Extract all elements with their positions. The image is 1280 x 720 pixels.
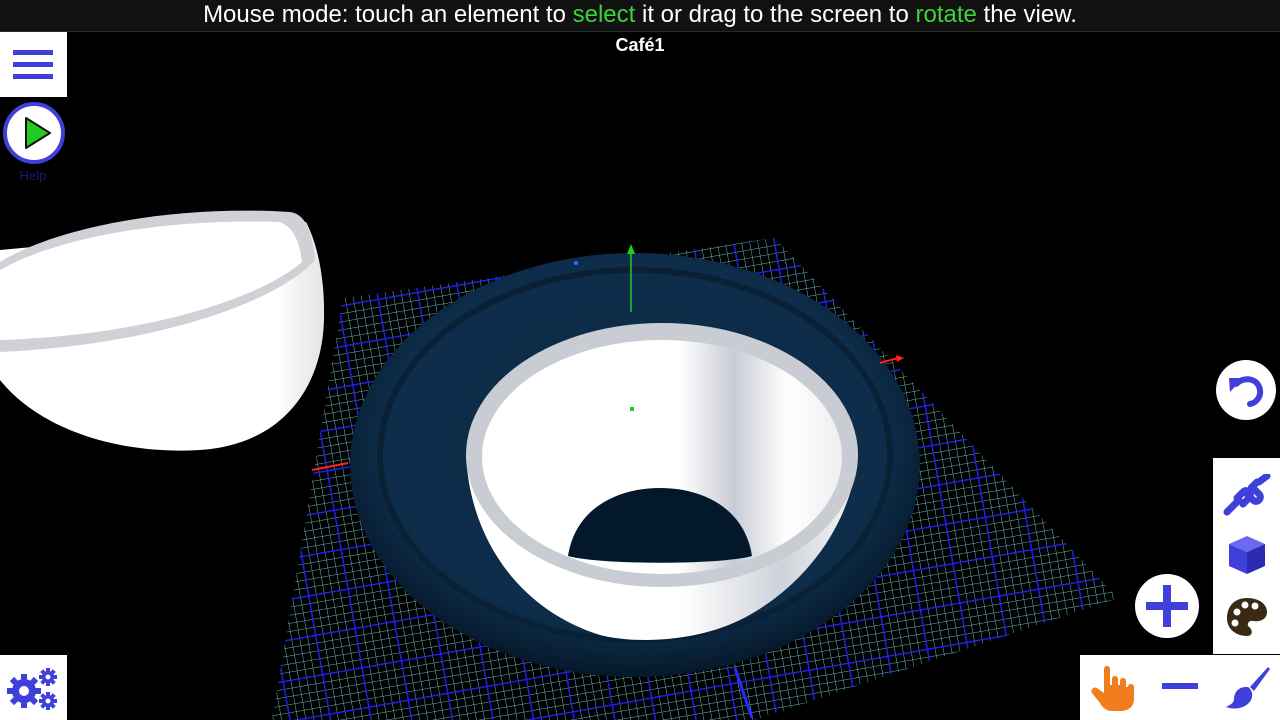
- scene-3d-viewport[interactable]: [0, 0, 1280, 720]
- link-icon: [1223, 474, 1271, 516]
- pointer-hand-icon: [1091, 666, 1134, 711]
- hint-text-part1: Mouse mode: touch an element to: [203, 1, 573, 28]
- mode-hint-bar: Mouse mode: touch an element to select i…: [0, 0, 1280, 32]
- undo-button[interactable]: [1216, 360, 1276, 420]
- palette-icon: [1227, 598, 1267, 636]
- tools-panel: [1213, 458, 1280, 654]
- remove-button[interactable]: [1148, 655, 1214, 720]
- play-icon: [25, 117, 51, 149]
- add-button[interactable]: [1135, 574, 1199, 638]
- cube-icon: [1229, 536, 1265, 574]
- pointer-mode-button[interactable]: [1080, 655, 1146, 720]
- gears-icon: [7, 668, 57, 710]
- mode-panel: [1080, 655, 1280, 720]
- hint-select-word: select: [572, 1, 636, 28]
- brush-icon: [1226, 667, 1270, 709]
- bowl[interactable]: [0, 210, 325, 451]
- help-label: Help: [19, 168, 47, 183]
- settings-button[interactable]: [0, 655, 67, 720]
- document-title: Café1: [615, 35, 665, 55]
- hint-text-part3: the view.: [976, 1, 1077, 28]
- plus-icon: [1146, 585, 1188, 627]
- cube-button[interactable]: [1213, 526, 1280, 586]
- menu-button[interactable]: [0, 32, 67, 97]
- link-button[interactable]: [1213, 466, 1280, 526]
- hint-text-part2: it or drag to the screen to: [635, 1, 916, 28]
- palette-button[interactable]: [1213, 588, 1280, 648]
- brush-button[interactable]: [1214, 655, 1280, 720]
- play-button[interactable]: [3, 102, 65, 164]
- undo-icon: [1229, 376, 1264, 407]
- minus-icon: [1162, 683, 1198, 689]
- hint-rotate-word: rotate: [915, 1, 977, 28]
